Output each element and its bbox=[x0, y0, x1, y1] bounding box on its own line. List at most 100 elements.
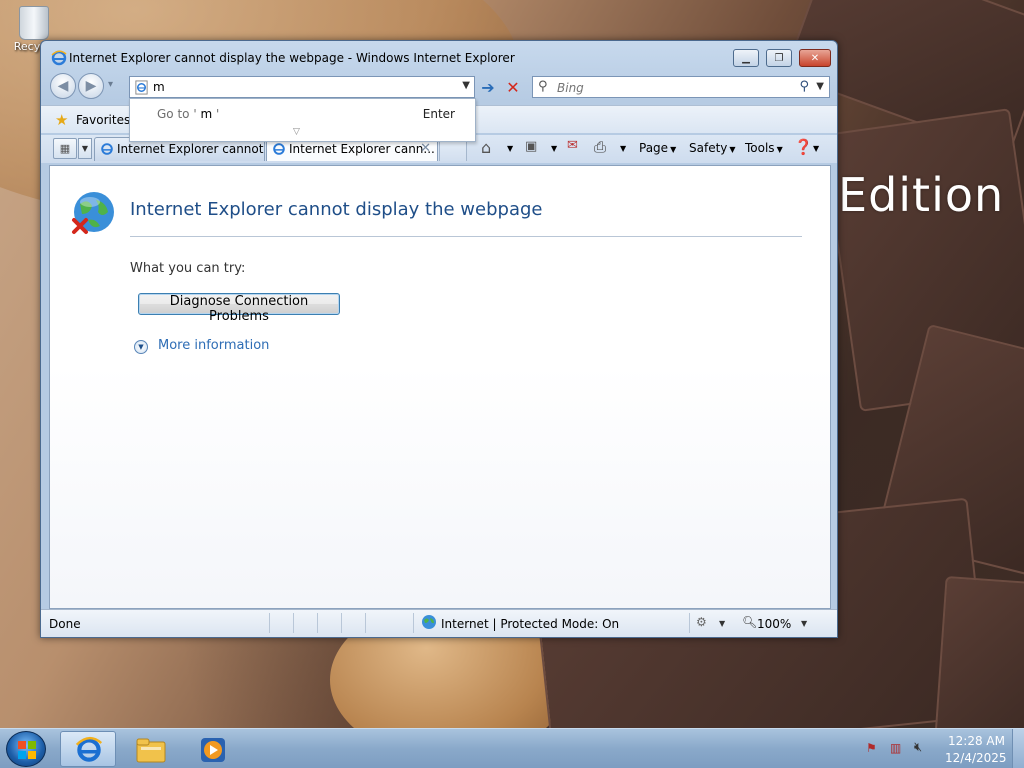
action-center-flag-icon[interactable]: ⚑ bbox=[866, 741, 877, 755]
search-icon: ⚲ bbox=[538, 79, 548, 94]
status-separator bbox=[269, 613, 270, 633]
address-autocomplete: Go to ' m ' Enter ▽ bbox=[129, 98, 476, 142]
help-icon[interactable]: ❓ bbox=[794, 138, 813, 156]
status-separator bbox=[689, 613, 690, 633]
show-desktop-button[interactable] bbox=[1012, 729, 1024, 768]
page-content: Internet Explorer cannot display the web… bbox=[49, 165, 831, 609]
title-bar[interactable]: Internet Explorer cannot display the web… bbox=[41, 41, 837, 75]
feeds-icon[interactable]: ▣ bbox=[525, 139, 537, 154]
page-menu[interactable]: Page ▼ bbox=[639, 141, 676, 155]
status-text: Done bbox=[49, 617, 81, 631]
zoom-dropdown-icon[interactable]: ▼ bbox=[801, 619, 807, 628]
taskbar-internet-explorer[interactable] bbox=[60, 731, 116, 767]
mail-icon[interactable]: ✉ bbox=[567, 138, 578, 153]
tab-list-dropdown[interactable]: ▼ bbox=[78, 138, 92, 159]
home-icon[interactable]: ⌂ bbox=[481, 138, 491, 157]
autocomplete-enter-hint: Enter bbox=[422, 107, 455, 121]
autocomplete-close-quote: ' bbox=[215, 107, 220, 121]
pop-up-blocker-icon[interactable]: ⚙ bbox=[696, 615, 707, 629]
status-separator bbox=[341, 613, 342, 633]
search-go-icon[interactable]: ⚲ bbox=[799, 79, 809, 94]
windows-logo-icon bbox=[18, 741, 36, 759]
window-title: Internet Explorer cannot display the web… bbox=[69, 51, 515, 65]
ie-logo-icon bbox=[101, 143, 113, 155]
chevron-down-icon[interactable]: ▼ bbox=[719, 619, 725, 628]
back-arrow-icon: ◀ bbox=[57, 78, 69, 94]
chevron-down-icon: ▼ bbox=[81, 144, 89, 153]
recent-pages-dropdown[interactable]: ▾ bbox=[108, 79, 113, 90]
minimize-icon: ▁ bbox=[742, 52, 750, 64]
home-dropdown-icon[interactable]: ▼ bbox=[507, 144, 513, 153]
search-box[interactable]: ⚲ ⚲ ▼ bbox=[532, 76, 830, 98]
internet-zone-icon bbox=[422, 615, 436, 629]
taskbar: ⚑ ▥ 🔇︎ 12:28 AM 12/4/2025 bbox=[0, 728, 1024, 768]
diagnose-connection-button[interactable]: Diagnose Connection Problems bbox=[138, 293, 340, 324]
status-separator bbox=[413, 613, 414, 633]
ie-logo-icon bbox=[75, 736, 103, 762]
autocomplete-goto-label: Go to ' bbox=[157, 107, 197, 121]
forward-arrow-icon: ▶ bbox=[85, 78, 97, 94]
address-bar[interactable]: ▼ bbox=[129, 76, 475, 98]
favorites-button[interactable]: Favorites bbox=[76, 113, 130, 127]
grid-icon: ▦ bbox=[59, 142, 71, 155]
address-input[interactable] bbox=[153, 79, 453, 95]
stop-icon: ✕ bbox=[506, 77, 520, 97]
globe-error-icon bbox=[72, 192, 114, 234]
folder-icon bbox=[136, 738, 166, 763]
chevron-down-icon: ▼ bbox=[776, 145, 783, 154]
status-separator bbox=[317, 613, 318, 633]
tools-menu-label: Tools bbox=[745, 141, 775, 155]
divider bbox=[130, 236, 802, 237]
zone-status[interactable]: Internet | Protected Mode: On bbox=[441, 617, 619, 631]
tab-label: Internet Explorer cannot ... bbox=[117, 142, 265, 156]
ie-logo-icon bbox=[51, 50, 67, 66]
print-dropdown-icon[interactable]: ▼ bbox=[620, 144, 626, 153]
go-button[interactable]: ➔ bbox=[477, 76, 499, 98]
close-button[interactable]: ✕ bbox=[799, 49, 831, 67]
tab-label: Internet Explorer cann... bbox=[289, 142, 435, 156]
page-icon bbox=[135, 80, 148, 95]
autocomplete-expand-icon[interactable]: ▽ bbox=[293, 127, 300, 137]
close-icon: ✕ bbox=[810, 52, 820, 64]
zoom-level[interactable]: 100% bbox=[757, 617, 791, 631]
feeds-dropdown-icon[interactable]: ▼ bbox=[551, 144, 557, 153]
tab-close-icon[interactable]: ✕ bbox=[420, 141, 431, 156]
status-separator bbox=[293, 613, 294, 633]
maximize-button[interactable]: ❐ bbox=[766, 49, 792, 67]
clock-date[interactable]: 12/4/2025 bbox=[945, 751, 1007, 765]
address-dropdown-icon[interactable]: ▼ bbox=[462, 80, 470, 91]
start-button[interactable] bbox=[6, 731, 46, 767]
restore-icon: ❐ bbox=[774, 52, 784, 64]
tools-menu[interactable]: Tools ▼ bbox=[745, 141, 783, 155]
chevron-down-icon: ▼ bbox=[729, 145, 736, 154]
safety-menu[interactable]: Safety ▼ bbox=[689, 141, 736, 155]
volume-muted-icon[interactable]: 🔇︎ bbox=[914, 740, 922, 755]
quick-tabs-button[interactable]: ▦ bbox=[53, 138, 77, 159]
stop-button[interactable]: ✕ bbox=[502, 76, 524, 98]
search-input[interactable] bbox=[557, 80, 777, 95]
expand-chevron-icon[interactable]: ▼ bbox=[134, 340, 148, 354]
back-button[interactable]: ◀ bbox=[50, 73, 76, 99]
try-label: What you can try: bbox=[130, 261, 246, 276]
help-dropdown-icon[interactable]: ▼ bbox=[813, 144, 819, 153]
autocomplete-term: m bbox=[200, 107, 213, 121]
page-menu-label: Page bbox=[639, 141, 669, 155]
safety-menu-label: Safety bbox=[689, 141, 728, 155]
page-title: Internet Explorer cannot display the web… bbox=[130, 199, 543, 220]
minimize-button[interactable]: ▁ bbox=[733, 49, 759, 67]
ie-window: Internet Explorer cannot display the web… bbox=[40, 40, 838, 638]
search-provider-dropdown-icon[interactable]: ▼ bbox=[816, 81, 824, 92]
clock-time[interactable]: 12:28 AM bbox=[948, 734, 1005, 748]
status-bar: Done Internet | Protected Mode: On ⚙ ▼ 🔍… bbox=[41, 609, 837, 637]
print-icon[interactable]: ⎙ bbox=[594, 138, 606, 156]
zoom-icon[interactable]: 🔍︎ bbox=[742, 615, 757, 629]
taskbar-windows-explorer[interactable] bbox=[122, 731, 178, 767]
taskbar-media-player[interactable] bbox=[184, 731, 240, 767]
more-information-link[interactable]: More information bbox=[158, 338, 269, 353]
network-icon[interactable]: ▥ bbox=[890, 741, 901, 755]
chevron-down-icon: ▼ bbox=[670, 145, 677, 154]
wallpaper-edition-text: Edition bbox=[838, 168, 1005, 222]
star-icon[interactable]: ★ bbox=[55, 111, 68, 129]
autocomplete-goto-item[interactable]: Go to ' m ' bbox=[157, 107, 219, 121]
forward-button[interactable]: ▶ bbox=[78, 73, 104, 99]
